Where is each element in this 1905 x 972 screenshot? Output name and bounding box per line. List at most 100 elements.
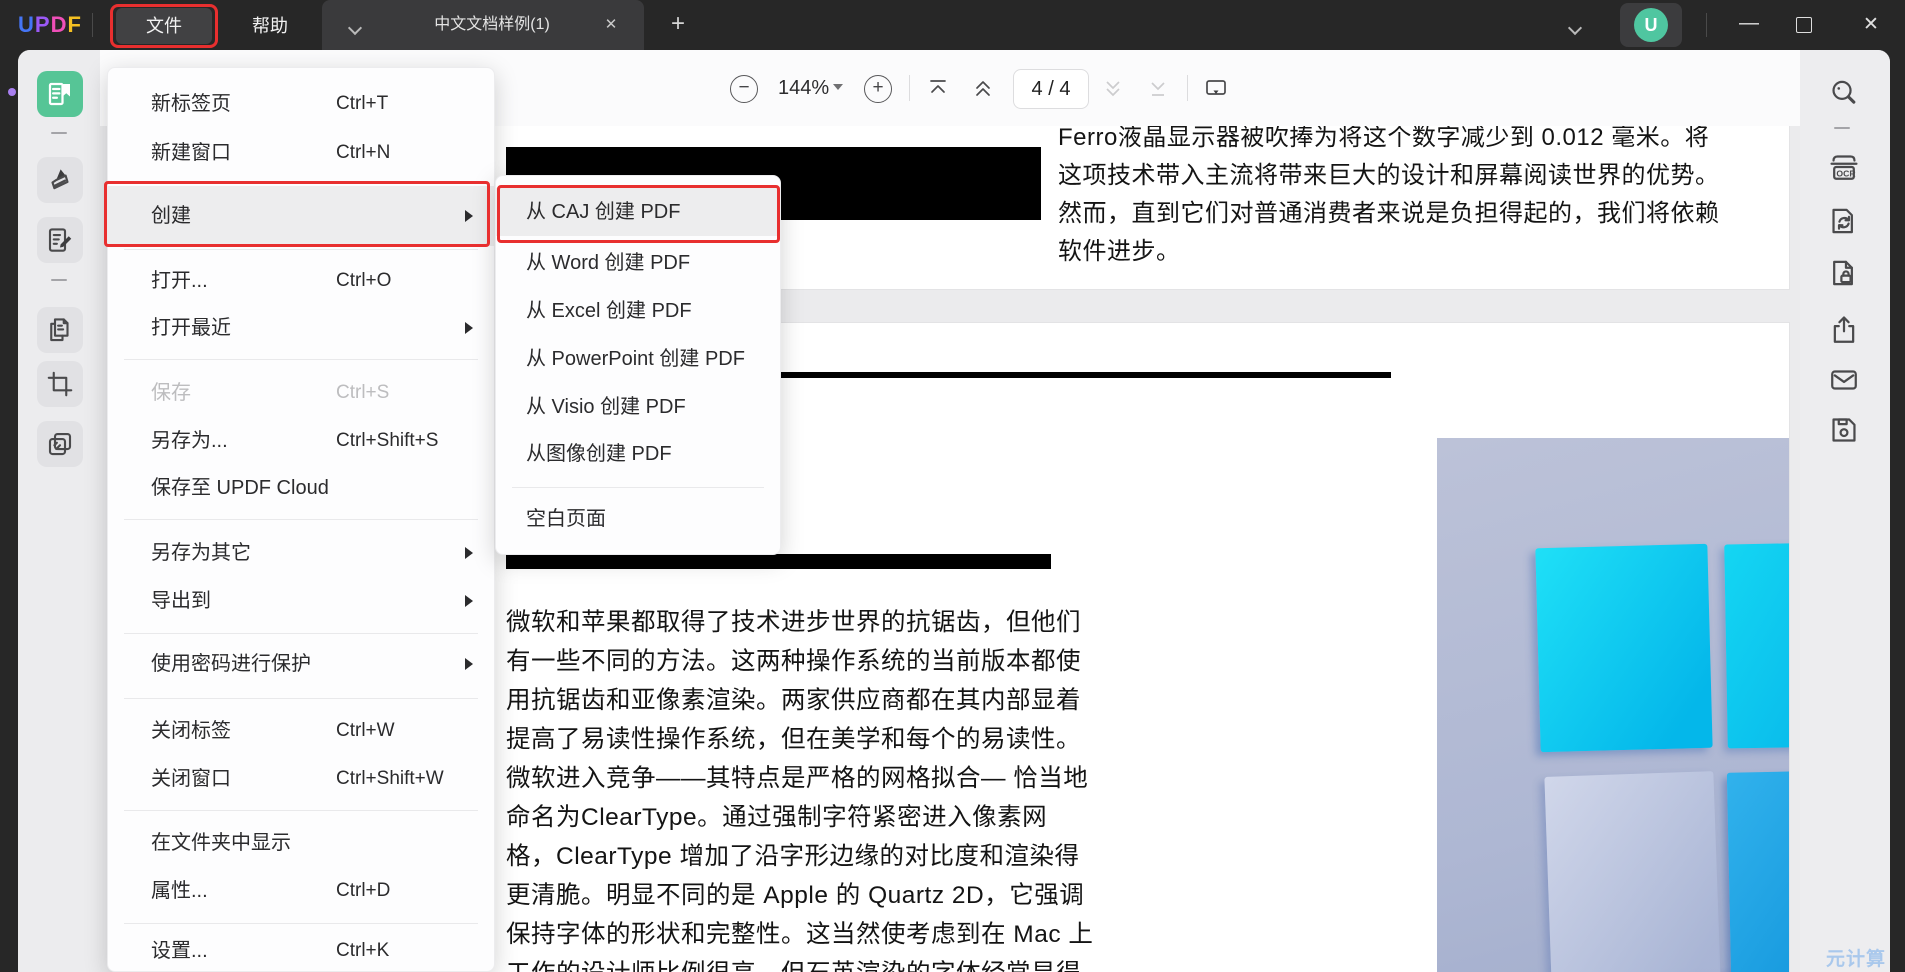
sidebar-divider bbox=[51, 279, 67, 281]
document-text-line: 命名为ClearType。通过强制字符紧密进入像素网 bbox=[506, 798, 1093, 837]
menu-item-14[interactable]: 属性... Ctrl+D bbox=[108, 867, 494, 915]
submenu-arrow-icon bbox=[465, 595, 473, 607]
menu-item-label: 新建窗口 bbox=[151, 129, 231, 177]
titlebar-divider bbox=[92, 13, 93, 37]
submenu-arrow-icon bbox=[465, 658, 473, 670]
submenu-item-5[interactable]: 从图像创建 PDF bbox=[496, 430, 780, 478]
menu-item-label: 保存至 UPDF Cloud bbox=[151, 464, 329, 512]
menu-item-6[interactable]: 另存为...Ctrl+Shift+S bbox=[108, 417, 494, 465]
right-toolbar: OCR bbox=[1800, 50, 1890, 972]
menu-item-label: 导出到 bbox=[151, 577, 211, 625]
page-indicator[interactable]: 4 / 4 bbox=[1013, 69, 1089, 109]
tab-title: 中文文档样例(1) bbox=[392, 0, 592, 50]
window-chevron-down-icon[interactable] bbox=[1570, 20, 1580, 38]
stamp-tool-button[interactable] bbox=[37, 421, 83, 467]
next-page-icon[interactable] bbox=[1100, 75, 1126, 101]
organize-pages-button[interactable] bbox=[37, 307, 83, 353]
toolbar-divider bbox=[909, 75, 910, 101]
menu-item-label: 保存 bbox=[151, 369, 191, 417]
annotation-box-create bbox=[104, 181, 490, 247]
edit-tool-button[interactable] bbox=[37, 217, 83, 263]
submenu-item-label: 从 Excel 创建 PDF bbox=[526, 287, 692, 335]
help-menu-button[interactable]: 帮助 bbox=[240, 8, 300, 44]
menu-item-label: 关闭窗口 bbox=[151, 755, 231, 803]
search-icon[interactable] bbox=[1827, 76, 1861, 110]
menu-item-shortcut: Ctrl+D bbox=[336, 867, 390, 915]
zoom-dropdown-icon[interactable] bbox=[833, 84, 843, 90]
document-text-line: 用抗锯齿和亚像素渲染。两家供应商都在其内部显着 bbox=[506, 681, 1093, 720]
document-tab[interactable]: 中文文档样例(1) ✕ bbox=[322, 0, 644, 50]
tab-dropdown-icon[interactable] bbox=[350, 20, 360, 38]
menu-separator bbox=[124, 698, 478, 699]
windows-tile-top-right bbox=[1724, 542, 1790, 749]
annotation-box-file bbox=[110, 4, 218, 48]
submenu-arrow-icon bbox=[465, 322, 473, 334]
document-text-line: 有一些不同的方法。这两种操作系统的当前版本都使 bbox=[506, 642, 1093, 681]
zoom-out-button[interactable]: − bbox=[730, 75, 758, 103]
menu-item-12[interactable]: 关闭窗口Ctrl+Shift+W bbox=[108, 755, 494, 803]
close-window-button[interactable]: ✕ bbox=[1856, 8, 1886, 42]
page3-text: Ferro液晶显示器被吹捧为将这个数字减少到 0.012 毫米。将这项技术带入主… bbox=[1058, 126, 1720, 271]
menu-item-4[interactable]: 打开最近 bbox=[108, 304, 494, 352]
menu-item-1[interactable]: 新建窗口 Ctrl+N bbox=[108, 129, 494, 177]
first-page-icon[interactable] bbox=[925, 75, 951, 101]
save-icon[interactable] bbox=[1827, 413, 1861, 447]
edit-document-icon bbox=[45, 225, 75, 255]
menu-item-11[interactable]: 关闭标签Ctrl+W bbox=[108, 707, 494, 755]
menu-item-13[interactable]: 在文件夹中显示 bbox=[108, 819, 494, 867]
tab-close-icon[interactable]: ✕ bbox=[600, 14, 622, 36]
new-tab-button[interactable]: + bbox=[664, 10, 692, 38]
submenu-item-4[interactable]: 从 Visio 创建 PDF bbox=[496, 383, 780, 431]
ocr-icon[interactable]: OCR bbox=[1827, 150, 1861, 184]
page4-paragraph: 微软和苹果都取得了技术进步世界的抗锯齿，但他们有一些不同的方法。这两种操作系统的… bbox=[506, 603, 1093, 972]
redacted-heading-block bbox=[506, 554, 1051, 569]
maximize-button[interactable] bbox=[1796, 17, 1812, 33]
previous-page-icon[interactable] bbox=[970, 75, 996, 101]
share-icon[interactable] bbox=[1827, 313, 1861, 347]
menu-item-8[interactable]: 另存为其它 bbox=[108, 529, 494, 577]
presentation-icon[interactable] bbox=[1203, 75, 1229, 101]
menu-item-9[interactable]: 导出到 bbox=[108, 577, 494, 625]
comment-tool-button[interactable] bbox=[37, 157, 83, 203]
logo-letter: U bbox=[18, 12, 35, 37]
document-text-line: 微软进入竞争——其特点是严格的网格拟合— 恰当地 bbox=[506, 759, 1093, 798]
minimize-button[interactable]: — bbox=[1734, 8, 1764, 42]
menu-item-3[interactable]: 打开...Ctrl+O bbox=[108, 257, 494, 305]
menu-separator bbox=[124, 249, 478, 250]
menu-item-label: 关闭标签 bbox=[151, 707, 231, 755]
notification-dot bbox=[8, 88, 16, 96]
watermark: 元计算 bbox=[1826, 944, 1886, 971]
document-text-line: Ferro液晶显示器被吹捧为将这个数字减少到 0.012 毫米。将 bbox=[1058, 126, 1720, 157]
menu-item-0[interactable]: 新标签页Ctrl+T bbox=[108, 80, 494, 128]
submenu-item-6[interactable]: 空白页面 bbox=[496, 495, 780, 543]
menu-item-label: 另存为其它 bbox=[151, 529, 251, 577]
protect-icon[interactable] bbox=[1827, 256, 1861, 290]
menu-item-10[interactable]: 使用密码进行保护 bbox=[108, 640, 494, 688]
submenu-item-1[interactable]: 从 Word 创建 PDF bbox=[496, 239, 780, 287]
crop-tool-button[interactable] bbox=[37, 361, 83, 407]
reader-tool-button[interactable] bbox=[37, 71, 83, 117]
zoom-in-button[interactable]: + bbox=[864, 75, 892, 103]
submenu-item-3[interactable]: 从 PowerPoint 创建 PDF bbox=[496, 335, 780, 383]
menu-item-label: 在文件夹中显示 bbox=[151, 819, 291, 867]
menu-item-15[interactable]: 设置...Ctrl+K bbox=[108, 927, 494, 972]
convert-icon[interactable] bbox=[1827, 204, 1861, 238]
submenu-item-label: 从 Word 创建 PDF bbox=[526, 239, 690, 287]
menu-item-shortcut: Ctrl+S bbox=[336, 369, 389, 417]
submenu-item-2[interactable]: 从 Excel 创建 PDF bbox=[496, 287, 780, 335]
annotation-box-caj bbox=[497, 185, 780, 243]
last-page-icon[interactable] bbox=[1145, 75, 1171, 101]
menu-separator bbox=[124, 633, 478, 634]
account-button[interactable]: U bbox=[1620, 3, 1682, 47]
menu-item-shortcut: Ctrl+N bbox=[336, 129, 390, 177]
document-text-line: 软件进步。 bbox=[1058, 233, 1720, 271]
sidebar-divider bbox=[1834, 127, 1850, 129]
menu-item-5: 保存 Ctrl+S bbox=[108, 369, 494, 417]
menu-item-7[interactable]: 保存至 UPDF Cloud bbox=[108, 464, 494, 512]
left-toolbar bbox=[18, 50, 100, 972]
document-text-line: 然而，直到它们对普通消费者来说是负担得起的，我们将依赖 bbox=[1058, 195, 1720, 233]
mail-icon[interactable] bbox=[1827, 363, 1861, 397]
menu-item-label: 属性... bbox=[151, 867, 208, 915]
title-bar: UPDF 文件 帮助 中文文档样例(1) ✕ + U — ✕ bbox=[0, 0, 1905, 50]
document-text-line: 这项技术带入主流将带来巨大的设计和屏幕阅读世界的优势。 bbox=[1058, 157, 1720, 195]
